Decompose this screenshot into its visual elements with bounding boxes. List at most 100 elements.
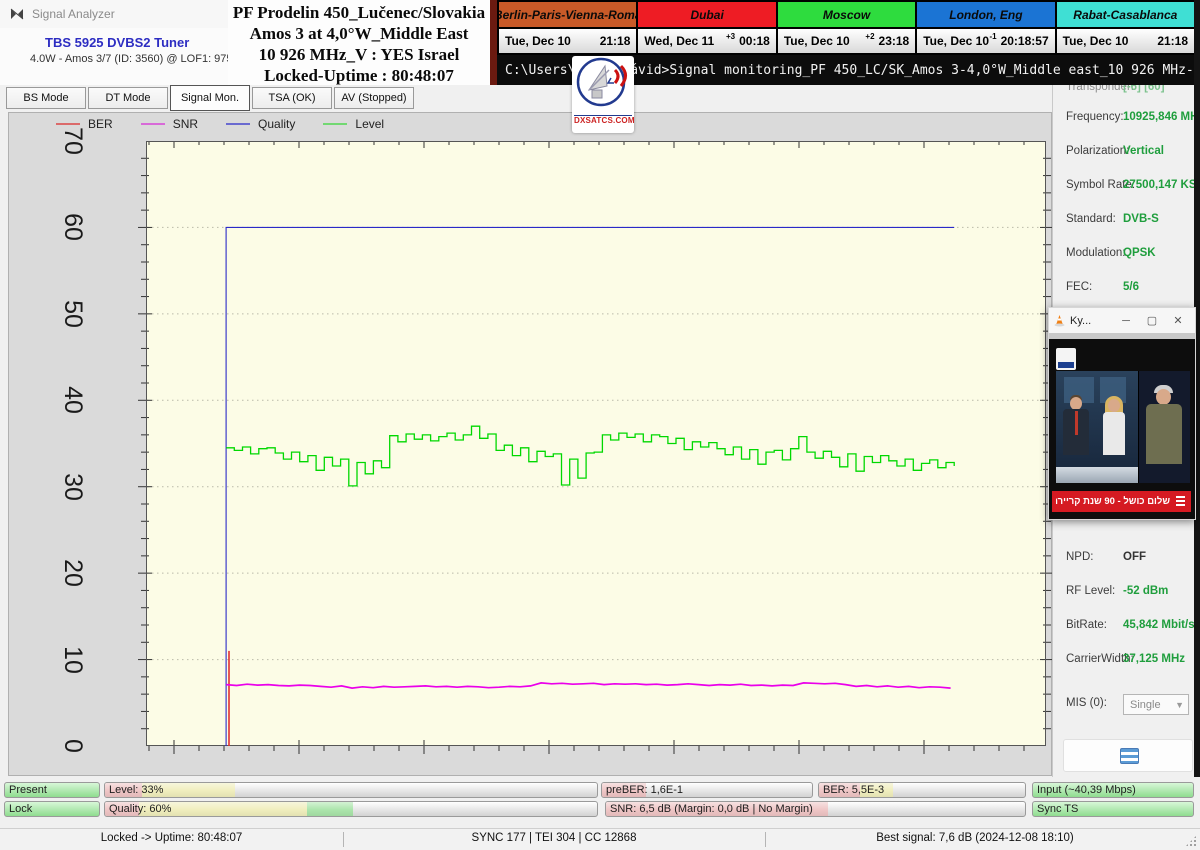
status-uptime: Locked -> Uptime: 80:48:07 bbox=[0, 832, 343, 844]
minimize-button[interactable]: ─ bbox=[1113, 315, 1139, 327]
tab-dt-mode[interactable]: DT Mode bbox=[88, 87, 168, 109]
signal-analyzer-window: Signal Analyzer TBS 5925 DVBS2 Tuner 4.0… bbox=[0, 0, 1200, 850]
window-title: Signal Analyzer bbox=[32, 7, 115, 21]
vlc-window: Ky... ─ ▢ ✕ bbox=[1048, 307, 1196, 520]
preber-bar: preBER: 1,6E-1 bbox=[601, 782, 813, 798]
syncts-indicator: Sync TS bbox=[1032, 801, 1194, 817]
world-clocks: Berlin-Paris-Vienna-Roma Tue, Dec 10 21:1… bbox=[497, 0, 1196, 57]
resize-grip[interactable] bbox=[1185, 835, 1197, 847]
app-icon bbox=[10, 7, 24, 21]
mis-label: MIS (0): bbox=[1066, 697, 1107, 709]
ticker-text: שלום כושל - 90 שנת קריירה עיתונאית bbox=[1056, 496, 1170, 507]
y-axis-label: 0 bbox=[60, 716, 86, 776]
clock-london: London, Eng Tue, Dec 10-120:18:57 bbox=[917, 2, 1054, 55]
legend-label: BER bbox=[88, 117, 113, 131]
tab-av[interactable]: AV (Stopped) bbox=[334, 87, 414, 109]
clock-utc-offset: +2 bbox=[865, 32, 874, 41]
dxsatcs-logo-text: DXSATCS.COM bbox=[574, 115, 632, 125]
legend-label: Level bbox=[355, 117, 384, 131]
ticker-logo bbox=[1174, 494, 1187, 510]
ts-source-box[interactable] bbox=[1063, 739, 1193, 772]
mis-selected-value: Single bbox=[1130, 699, 1161, 711]
header-line-frequency: 10 926 MHz_V : YES Israel bbox=[228, 44, 490, 65]
guest-head bbox=[1156, 389, 1171, 405]
legend-item-snr: SNR bbox=[141, 117, 198, 131]
monitoring-header: PF Prodelin 450_Lučenec/Slovakia Amos 3 … bbox=[228, 0, 490, 85]
clock-day: Tue, Dec 10 bbox=[923, 34, 989, 48]
vlc-cone-icon bbox=[1053, 314, 1066, 327]
y-axis-label: 10 bbox=[60, 630, 86, 690]
tab-tsa[interactable]: TSA (OK) bbox=[252, 87, 332, 109]
snr-bar: SNR: 6,5 dB (Margin: 0,0 dB | No Margin) bbox=[605, 801, 1026, 817]
clock-time: 23:18 bbox=[879, 34, 910, 48]
legend-item-quality: Quality bbox=[226, 117, 295, 131]
y-axis-label: 40 bbox=[60, 370, 86, 430]
clock-day: Tue, Dec 10 bbox=[784, 34, 850, 48]
channel-logo bbox=[1056, 348, 1076, 370]
clock-city-label: Moscow bbox=[778, 2, 915, 27]
clock-time: 21:18 bbox=[600, 34, 631, 48]
studio-desk bbox=[1056, 467, 1138, 483]
clock-moscow: Moscow Tue, Dec 10 +2 23:18 bbox=[778, 2, 915, 55]
clock-city-label: Berlin-Paris-Vienna-Roma bbox=[499, 2, 636, 27]
mis-dropdown[interactable]: Single ▼ bbox=[1123, 694, 1189, 715]
close-button[interactable]: ✕ bbox=[1165, 314, 1191, 327]
series-snr bbox=[226, 683, 951, 688]
header-line-satellite: Amos 3 at 4,0°W_Middle East bbox=[228, 23, 490, 44]
maximize-button[interactable]: ▢ bbox=[1139, 314, 1165, 327]
signal-chart bbox=[146, 141, 1046, 746]
guest-scene bbox=[1138, 371, 1190, 483]
clock-rabat: Rabat-Casablanca Tue, Dec 10 21:18 bbox=[1057, 2, 1194, 55]
y-axis-label: 50 bbox=[60, 284, 86, 344]
clock-time-row: Tue, Dec 10 +2 23:18 bbox=[778, 29, 915, 53]
video-content[interactable]: שלום כושל - 90 שנת קריירה עיתונאית bbox=[1049, 339, 1195, 519]
legend-label: SNR bbox=[173, 117, 198, 131]
clock-time-row: Tue, Dec 10 21:18 bbox=[499, 29, 636, 53]
clock-time: 21:18 bbox=[1157, 34, 1188, 48]
transport-stream-icon bbox=[1120, 748, 1139, 764]
plot-border bbox=[147, 142, 1046, 746]
level-bar: Level: 33% bbox=[104, 782, 598, 798]
status-best-signal: Best signal: 7,6 dB (2024-12-08 18:10) bbox=[765, 832, 1185, 844]
present-indicator: Present bbox=[4, 782, 100, 798]
status-indicator-bars: Present Level: 33% preBER: 1,6E-1 BER: 5… bbox=[0, 778, 1200, 828]
satellite-dish-icon bbox=[575, 56, 631, 110]
header-line-uptime: Locked-Uptime : 80:48:07 bbox=[228, 65, 490, 86]
sidebar-row-transponder: Transponder: [-6] [60] bbox=[1053, 85, 1195, 95]
statusbar: Locked -> Uptime: 80:48:07 SYNC 177 | TE… bbox=[0, 828, 1200, 850]
studio-scene bbox=[1056, 371, 1138, 483]
tab-bs-mode[interactable]: BS Mode bbox=[6, 87, 86, 109]
news-scene bbox=[1056, 371, 1190, 483]
signal-chart-panel: BER SNR Quality Level 010203040506070 bbox=[8, 112, 1052, 776]
chart-legend: BER SNR Quality Level bbox=[56, 117, 402, 131]
chevron-down-icon: ▼ bbox=[1175, 700, 1184, 710]
anchor-man-tie bbox=[1075, 411, 1078, 435]
clock-city-label: Rabat-Casablanca bbox=[1057, 2, 1194, 27]
legend-label: Quality bbox=[258, 117, 295, 131]
clock-time-row: Wed, Dec 11+300:18 bbox=[638, 29, 775, 53]
series-quality bbox=[226, 227, 954, 746]
mode-tabs: BS Mode DT Mode Signal Mon. TSA (OK) AV … bbox=[6, 87, 414, 111]
legend-swatch-quality bbox=[226, 123, 250, 125]
lock-indicator: Lock bbox=[4, 801, 100, 817]
clock-day: Tue, Dec 10 bbox=[1063, 34, 1129, 48]
status-sync-counters: SYNC 177 | TEI 304 | CC 12868 bbox=[343, 832, 765, 844]
clock-time: 00:18 bbox=[739, 34, 770, 48]
clock-time: 20:18:57 bbox=[1001, 34, 1049, 48]
bar-fill-segment bbox=[307, 802, 354, 816]
clock-time-row: Tue, Dec 10 21:18 bbox=[1057, 29, 1194, 53]
y-axis-label: 20 bbox=[60, 543, 86, 603]
clock-dubai: Dubai Wed, Dec 11+300:18 bbox=[638, 2, 775, 55]
input-indicator: Input (~40,39 Mbps) bbox=[1032, 782, 1194, 798]
anchor-woman-body bbox=[1103, 412, 1125, 455]
news-ticker: שלום כושל - 90 שנת קריירה עיתונאית bbox=[1052, 491, 1191, 512]
vlc-titlebar[interactable]: Ky... ─ ▢ ✕ bbox=[1049, 308, 1195, 333]
clock-time-row: Tue, Dec 10-120:18:57 bbox=[917, 29, 1054, 53]
clock-day: Wed, Dec 11 bbox=[644, 34, 714, 48]
clock-day: Tue, Dec 10 bbox=[505, 34, 571, 48]
header-line-location: PF Prodelin 450_Lučenec/Slovakia bbox=[228, 2, 490, 23]
tab-signal-mon[interactable]: Signal Mon. bbox=[170, 85, 250, 111]
legend-swatch-level bbox=[323, 123, 347, 125]
dxsatcs-logo: DXSATCS.COM bbox=[572, 56, 634, 133]
legend-swatch-snr bbox=[141, 123, 165, 125]
